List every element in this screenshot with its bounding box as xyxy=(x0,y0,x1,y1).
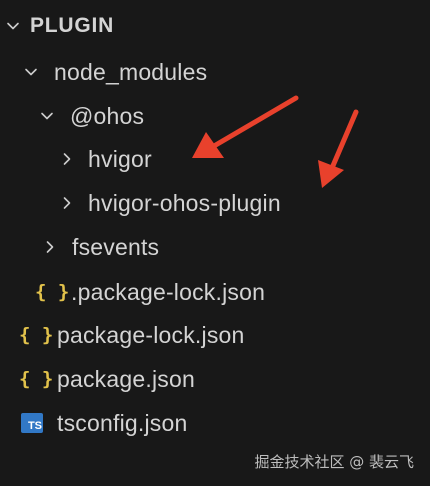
tree-item-label: package-lock.json xyxy=(57,321,245,348)
chevron-right-icon[interactable] xyxy=(58,150,76,168)
watermark-text: 掘金技术社区 @ 裴云飞 xyxy=(254,453,414,471)
tree-item-dot-package-lock-json[interactable]: { } .package-lock.json xyxy=(0,272,430,312)
json-file-icon: { } xyxy=(19,368,54,390)
json-file-icon: { } xyxy=(35,281,70,303)
tree-item-label: @ohos xyxy=(70,102,145,129)
chevron-right-icon[interactable] xyxy=(58,194,76,212)
tree-item-hvigor[interactable]: hvigor xyxy=(0,139,430,179)
tree-item-label: hvigor-ohos-plugin xyxy=(88,189,281,216)
typescript-icon-text: TS xyxy=(27,420,42,432)
tree-item-label: package.json xyxy=(57,365,195,392)
chevron-down-icon[interactable] xyxy=(38,107,56,125)
json-file-icon: { } xyxy=(19,324,54,346)
tree-item-hvigor-ohos-plugin[interactable]: hvigor-ohos-plugin xyxy=(0,183,430,223)
tree-item-label: tsconfig.json xyxy=(57,409,188,436)
chevron-down-icon[interactable] xyxy=(4,17,22,35)
tree-item-package-json[interactable]: { } package.json xyxy=(0,359,430,399)
chevron-down-icon[interactable] xyxy=(22,63,40,81)
tree-item-fsevents[interactable]: fsevents xyxy=(0,227,430,267)
tree-item-tsconfig-json[interactable]: TS tsconfig.json xyxy=(0,403,430,443)
typescript-file-icon: TS xyxy=(21,413,43,433)
tree-item-ohos[interactable]: @ohos xyxy=(0,96,430,136)
tree-item-label: hvigor xyxy=(88,145,152,172)
chevron-right-icon[interactable] xyxy=(41,238,59,256)
tree-item-label: fsevents xyxy=(72,233,160,260)
tree-item-label: .package-lock.json xyxy=(71,278,266,305)
tree-item-package-lock-json[interactable]: { } package-lock.json xyxy=(0,315,430,355)
section-title: PLUGIN xyxy=(30,14,115,37)
tree-item-node-modules[interactable]: node_modules xyxy=(0,52,430,92)
file-explorer: PLUGIN node_modules @ohos hvigor hvigor-… xyxy=(0,0,430,486)
section-header-plugin[interactable]: PLUGIN xyxy=(0,6,430,46)
tree-item-label: node_modules xyxy=(54,58,208,85)
